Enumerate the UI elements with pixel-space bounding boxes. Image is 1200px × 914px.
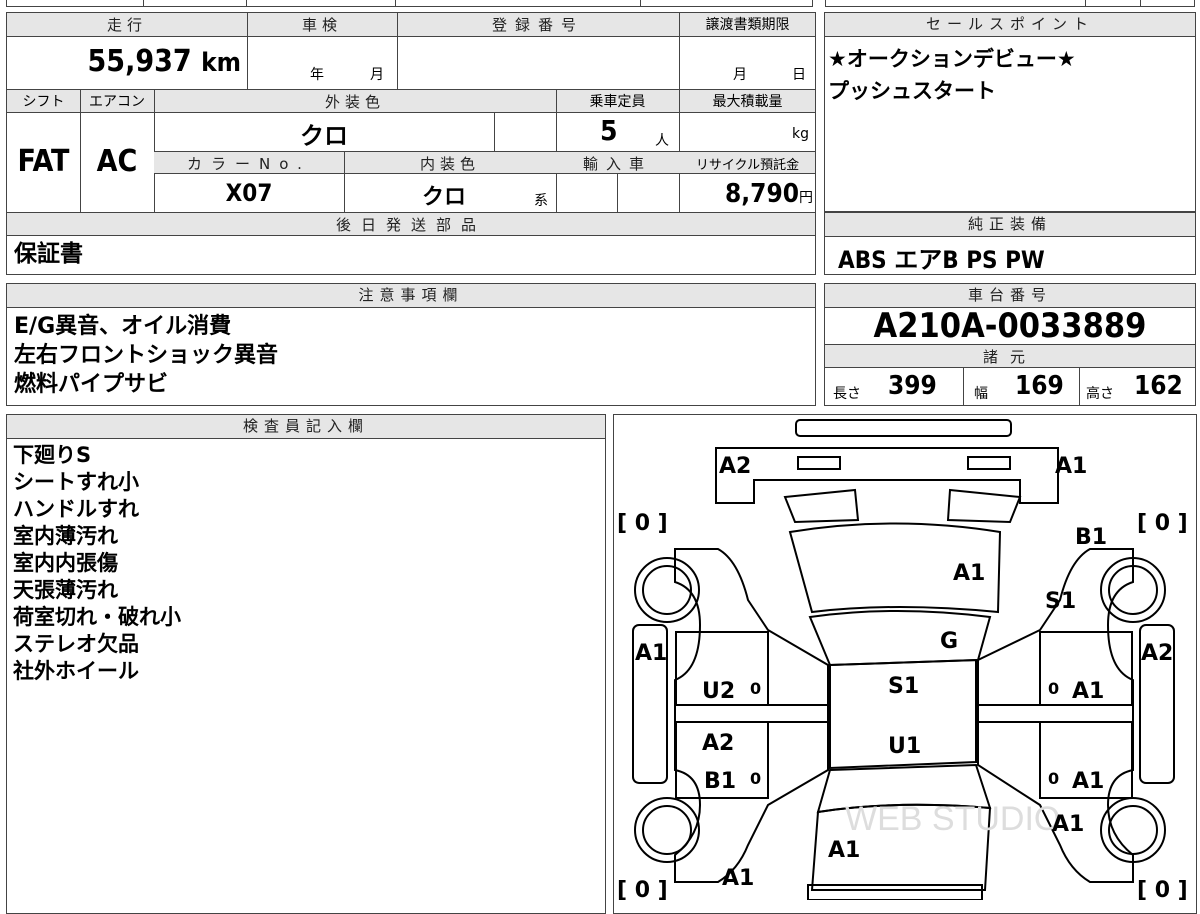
chassis-header: 車台番号 [825, 284, 1195, 308]
notes-header: 注意事項欄 [7, 284, 815, 308]
later-parts-header: 後日発送部品 [335, 216, 486, 234]
code-right-rear-fender: S1 [1045, 589, 1076, 614]
capacity-header: 乗車定員 [589, 94, 646, 110]
note-line-3: 燃料パイプサビ [14, 372, 169, 397]
specs-header: 諸元 [982, 348, 1037, 366]
capacity-value: 5 [600, 114, 618, 147]
top-strip [6, 0, 813, 7]
code-roof-rear: G [940, 629, 958, 654]
shaken-header: 車検 [301, 16, 342, 34]
later-parts-value: 保証書 [14, 241, 83, 267]
code-hood: A1 [828, 838, 860, 863]
watermark: WEB STUDIO [845, 800, 1060, 838]
note-line-2: 左右フロントショック異音 [14, 343, 279, 368]
max-load-header: 最大積載量 [712, 94, 783, 110]
code-right-rear-side: A2 [1141, 641, 1173, 666]
tread-mark-rear-left: [ 0 ] [617, 511, 668, 536]
capacity-unit: 人 [655, 133, 669, 149]
transfer-deadline-header: 譲渡書類期限 [705, 17, 790, 33]
note-line-1: E/G異音、オイル消費 [14, 314, 232, 339]
inspector-note-5: 室内内張傷 [13, 551, 118, 575]
code-right-front-door: A1 [1072, 769, 1104, 794]
inspector-note-6: 天張薄汚れ [13, 578, 118, 602]
mileage-header: 走行 [106, 16, 147, 34]
mileage-value: 55,937 [87, 44, 192, 79]
interior-color-header: 内装色 [419, 155, 480, 173]
aircon-value: AC [96, 144, 138, 179]
recycle-header: リサイクル預託金 [695, 158, 800, 173]
door-zero-lr: 0 [750, 679, 761, 698]
equipment-header: 純正装備 [825, 213, 1195, 237]
recycle-value: 8,790 [725, 179, 799, 209]
door-zero-lf: 0 [750, 769, 761, 788]
exterior-color-value: クロ [300, 122, 348, 150]
height-label: 高さ [1086, 386, 1114, 402]
code-left-front-door-a: A2 [702, 731, 734, 756]
code-right-rear-quarter: B1 [1075, 525, 1107, 550]
interior-color-value: クロ [421, 185, 466, 210]
shaken-year-unit: 年 [310, 67, 324, 83]
length-value: 399 [888, 371, 937, 401]
code-left-rear-door: U2 [702, 679, 735, 704]
aircon-header: エアコン [89, 94, 145, 110]
code-right-front-fender: A1 [1052, 812, 1084, 837]
sales-point-1: ★オークションデビュー★ [828, 47, 1076, 71]
interior-suffix: 系 [534, 193, 548, 209]
width-value: 169 [1015, 371, 1064, 401]
color-no-value: X07 [225, 179, 273, 207]
inspector-header: 検査員記入欄 [7, 415, 605, 439]
inspector-note-4: 室内薄汚れ [13, 524, 118, 548]
inspector-note-2: シートすれ小 [13, 470, 139, 494]
length-label: 長さ [833, 386, 861, 402]
equipment-value: ABS エアB PS PW [838, 246, 1045, 274]
recycle-unit: 円 [799, 190, 813, 206]
tread-mark-rear-right: [ 0 ] [1137, 511, 1188, 536]
tread-mark-front-right: [ 0 ] [1137, 878, 1188, 900]
sales-point-header: セールスポイント [825, 13, 1195, 37]
door-zero-rr: 0 [1048, 679, 1059, 698]
shift-header: シフト [22, 94, 65, 110]
height-value: 162 [1134, 371, 1183, 401]
registration-header: 登録番号 [491, 16, 584, 34]
exterior-color-header: 外装色 [324, 93, 385, 111]
code-roof-center: S1 [888, 674, 919, 699]
car-diagram: WEB STUDIO [ 0 ] [ 0 ] [ 0 ] [ 0 ] A2 A1… [617, 419, 1188, 900]
chassis-number: A210A-0033889 [873, 306, 1147, 346]
deadline-month-unit: 月 [733, 67, 747, 83]
code-front-left: A1 [722, 866, 754, 891]
color-no-header: カラーNo. [187, 155, 311, 173]
shaken-month-unit: 月 [370, 67, 384, 83]
deadline-day-unit: 日 [792, 67, 806, 83]
door-zero-rf: 0 [1048, 769, 1059, 788]
code-rear-window: A1 [953, 561, 985, 586]
code-left-front-door-b: B1 [704, 769, 736, 794]
tread-mark-front-left: [ 0 ] [617, 878, 668, 900]
mileage-unit: km [201, 48, 241, 78]
code-rear-bumper-right: A1 [1055, 454, 1087, 479]
code-right-rear-door: A1 [1072, 679, 1104, 704]
inspector-note-9: 社外ホイール [13, 659, 139, 683]
code-roof-front: U1 [888, 734, 921, 759]
inspector-note-1: 下廻りS [13, 443, 92, 467]
width-label: 幅 [974, 386, 988, 402]
code-left-rear-side: A1 [635, 641, 667, 666]
import-header: 輸入車 [582, 155, 652, 173]
sales-point-box [824, 12, 1196, 212]
shift-value: FAT [17, 144, 70, 179]
inspector-note-3: ハンドルすれ [13, 497, 139, 521]
code-rear-bumper-left: A2 [719, 454, 751, 479]
inspector-note-7: 荷室切れ・破れ小 [13, 605, 181, 629]
sales-point-2: プッシュスタート [828, 79, 996, 103]
inspector-note-8: ステレオ欠品 [13, 632, 139, 656]
load-unit: kg [792, 126, 809, 142]
